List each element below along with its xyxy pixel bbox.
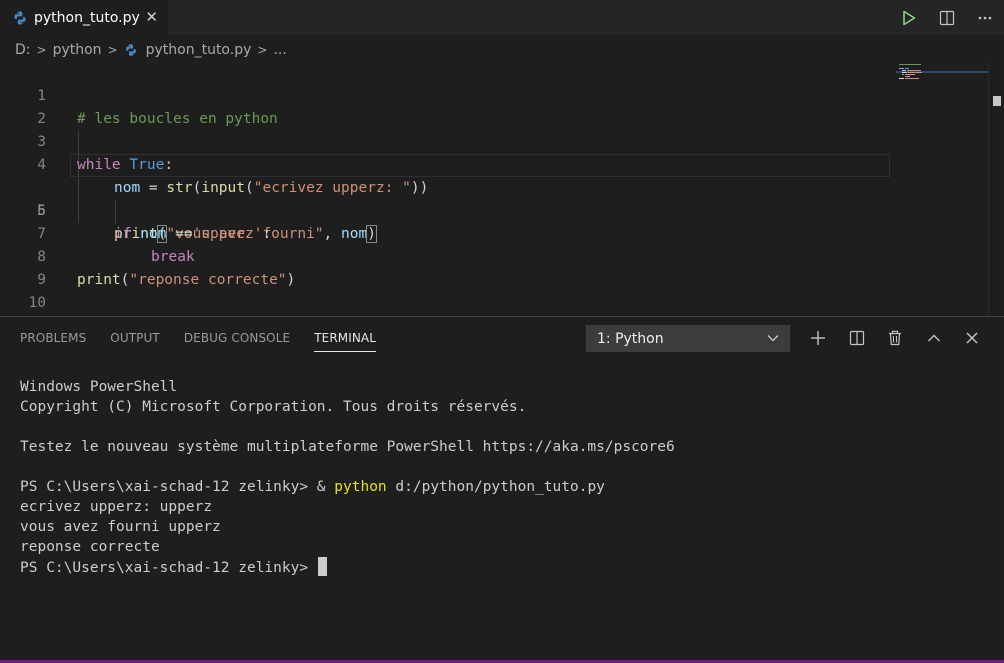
terminal-line: ecrivez upperz: upperz [20,499,213,515]
chevron-right-icon: > [107,43,118,57]
terminal-prompt-line: PS C:\Users\xai-schad-12 zelinky> [20,557,675,577]
panel-tabs: PROBLEMS OUTPUT DEBUG CONSOLE TERMINAL [20,317,400,359]
breadcrumb-folder[interactable]: python [53,42,102,58]
more-actions-icon [978,16,992,19]
tab-filename: python_tuto.py [34,9,140,26]
trash-icon [889,330,901,346]
editor-scrollbar[interactable] [988,62,1002,316]
chevron-right-icon: > [257,43,268,57]
code-line: 2 [0,85,890,127]
bottom-panel: PROBLEMS OUTPUT DEBUG CONSOLE TERMINAL 1… [0,316,1004,663]
terminal-line: Testez le nouveau système multiplateform… [20,439,675,455]
tab-terminal[interactable]: TERMINAL [314,324,377,352]
code-line: 7 break [0,200,890,265]
terminal-line: Windows PowerShell [20,379,178,395]
kill-terminal-button[interactable] [882,325,908,351]
code-line: 4 nom = str(input("ecrivez upperz: ")) [0,131,890,196]
code-line: 10 [0,269,890,311]
python-icon [14,11,26,24]
more-actions-button[interactable] [966,0,1004,35]
breadcrumb: D: > python > python_tuto.py > ... [0,37,287,63]
new-terminal-button[interactable] [805,325,831,351]
code-line: 1 # les boucles en python [0,62,890,127]
tab-problems[interactable]: PROBLEMS [20,317,86,359]
code-line: 8 print("reponse correcte") [0,223,890,288]
breadcrumb-file[interactable]: python_tuto.py [146,42,252,58]
play-icon [903,10,916,25]
editor-actions [890,0,1004,35]
minimap[interactable] [896,62,988,102]
split-editor-icon [939,10,955,25]
python-icon [125,44,136,56]
chevron-up-icon [928,334,940,342]
run-button[interactable] [890,0,928,35]
terminal-selector-value: 1: Python [597,330,664,347]
editor-tab-python-tuto[interactable]: python_tuto.py ✕ [0,0,168,35]
chevron-right-icon: > [36,43,47,57]
split-terminal-icon [849,330,865,346]
terminal-selector[interactable]: 1: Python [586,325,790,352]
tab-debug-console[interactable]: DEBUG CONSOLE [184,317,290,359]
close-icon[interactable]: ✕ [145,8,158,26]
tab-output[interactable]: OUTPUT [110,317,160,359]
terminal-cursor [317,557,327,576]
code-line: 3 while True: [0,108,890,173]
terminal-line: Copyright (C) Microsoft Corporation. Tou… [20,399,527,415]
code-line-current: 5 print("vous avez fourni", nom) [0,154,890,243]
terminal-line: reponse correcte [20,539,160,555]
terminal-line: vous avez fourni upperz [20,519,221,535]
code-line: 6 if nom =='upperz': [0,177,890,242]
terminal-line-empty [20,417,675,437]
breadcrumb-more[interactable]: ... [273,42,286,58]
terminal-line-empty [20,457,675,477]
close-panel-button[interactable] [959,325,985,351]
editor-tab-bar: python_tuto.py ✕ [0,0,1004,35]
split-editor-button[interactable] [928,0,966,35]
split-terminal-button[interactable] [844,325,870,351]
code-editor[interactable]: 1 # les boucles en python 2 3 while True… [0,62,1004,334]
scrollbar-cursor-marker [993,96,1001,106]
maximize-panel-button[interactable] [921,325,947,351]
breadcrumb-drive[interactable]: D: [15,42,31,58]
code-line: 11 [0,292,890,334]
chevron-down-icon [767,335,779,342]
plus-icon [811,331,825,345]
close-icon [966,332,978,344]
terminal-output[interactable]: Windows PowerShell Copyright (C) Microso… [20,377,675,577]
code-line: 9 [0,246,890,288]
terminal-line: PS C:\Users\xai-schad-12 zelinky> & pyth… [20,479,605,495]
current-line-highlight [70,154,890,177]
